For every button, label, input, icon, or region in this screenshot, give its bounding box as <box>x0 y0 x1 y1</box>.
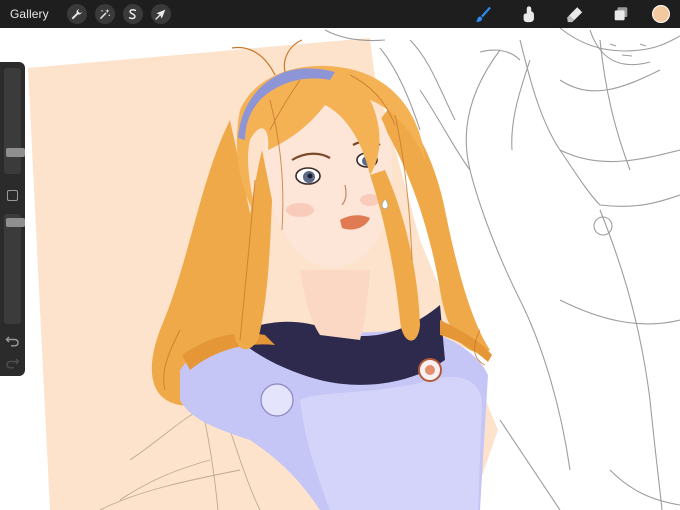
transform-arrow-icon <box>155 9 166 20</box>
undo-button[interactable] <box>5 334 20 347</box>
brush-tool-button[interactable] <box>470 0 496 28</box>
brush-icon <box>475 6 491 22</box>
layers-button[interactable] <box>608 0 634 28</box>
drawing-canvas[interactable] <box>0 0 680 510</box>
left-sidebar <box>0 62 25 376</box>
color-swatch-button[interactable] <box>652 5 670 23</box>
selection-button[interactable] <box>122 4 143 24</box>
brush-size-handle[interactable] <box>6 148 25 157</box>
transform-button[interactable] <box>150 4 171 24</box>
eraser-icon <box>567 7 583 23</box>
right-tool-group <box>450 0 674 28</box>
layers-icon <box>614 7 628 21</box>
top-toolbar: Gallery <box>0 0 680 28</box>
redo-icon <box>6 358 20 369</box>
brush-size-slider[interactable] <box>4 68 25 174</box>
actions-button[interactable] <box>66 4 87 24</box>
magic-wand-icon <box>100 8 111 19</box>
undo-icon <box>5 336 19 347</box>
modify-button[interactable] <box>7 190 18 201</box>
redo-button[interactable] <box>5 356 20 369</box>
opacity-slider[interactable] <box>4 214 25 324</box>
opacity-handle[interactable] <box>6 218 25 227</box>
selection-icon <box>129 8 137 19</box>
gallery-button[interactable]: Gallery <box>10 7 49 21</box>
smudge-icon <box>523 6 534 23</box>
wrench-icon <box>71 8 82 19</box>
eraser-tool-button[interactable] <box>562 0 588 28</box>
adjustments-button[interactable] <box>94 4 115 24</box>
smudge-tool-button[interactable] <box>516 0 542 28</box>
